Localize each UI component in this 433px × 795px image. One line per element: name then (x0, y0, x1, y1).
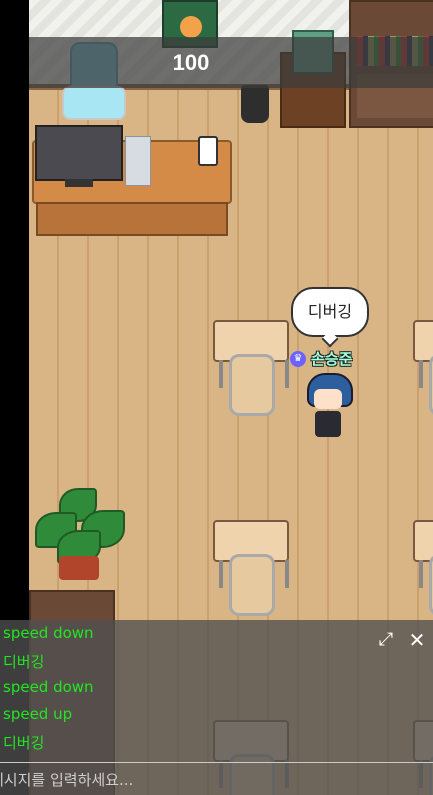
close-icon[interactable]: ✕ (407, 630, 427, 650)
chat-message: speed up (3, 705, 73, 723)
score-value: 100 (172, 50, 210, 75)
chat-message: speed down (3, 624, 94, 642)
student-desk (413, 320, 433, 416)
student-desk (213, 320, 289, 416)
speech-bubble: 디버깅 (291, 287, 369, 337)
student-desk (213, 520, 289, 616)
student-desk (413, 520, 433, 616)
score-bar: 100 (29, 37, 433, 88)
expand-icon[interactable]: ⤢ (376, 630, 396, 650)
player-avatar[interactable] (305, 373, 353, 443)
potted-plant (29, 484, 129, 584)
computer-monitor (35, 125, 123, 187)
coffee-mug (198, 136, 218, 166)
chat-message: speed down (3, 678, 94, 696)
file-binder (125, 136, 151, 186)
trash-bin (241, 85, 269, 123)
player-name: 손승준 (311, 350, 353, 368)
crown-icon: ♛ (290, 351, 306, 367)
chat-input-divider (0, 762, 433, 763)
chat-message: 디버깅 (3, 734, 45, 752)
chat-input[interactable] (0, 764, 433, 795)
chat-message: 디버깅 (3, 653, 45, 671)
